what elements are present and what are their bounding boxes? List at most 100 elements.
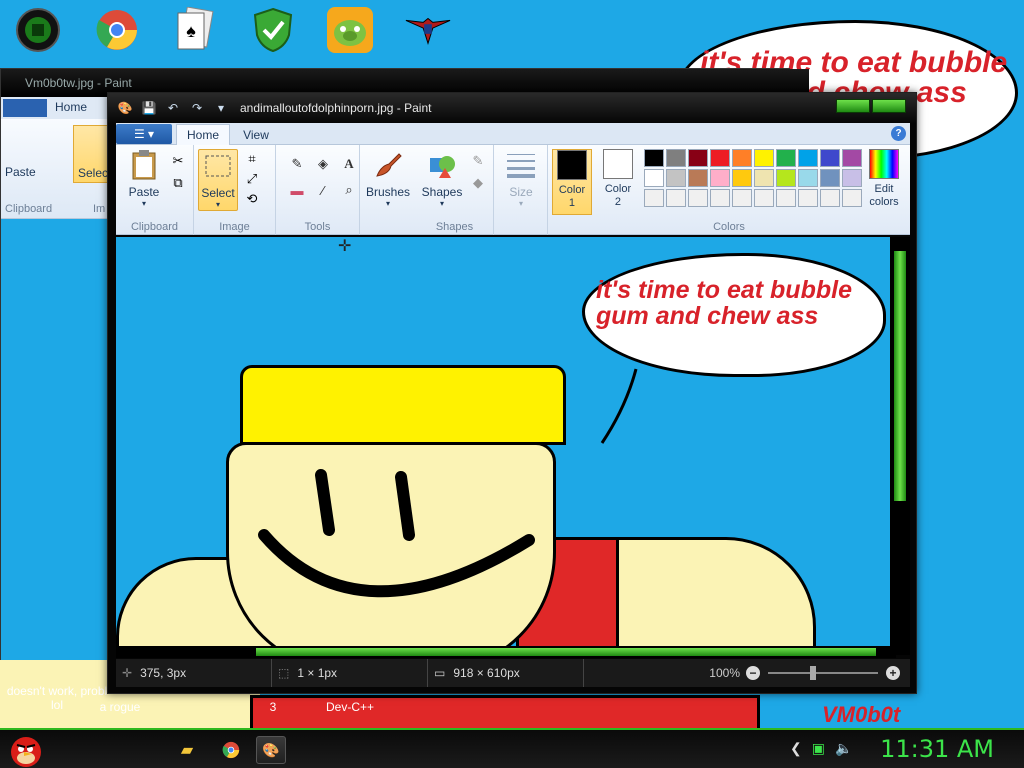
palette-swatch[interactable] bbox=[754, 169, 774, 187]
vertical-scroll-thumb[interactable] bbox=[894, 251, 906, 501]
tab-home[interactable]: Home bbox=[176, 124, 230, 145]
canvas-character-face bbox=[226, 442, 556, 655]
palette-swatch[interactable] bbox=[754, 149, 774, 167]
shapes-button[interactable]: Shapes ▾ bbox=[418, 149, 466, 211]
maximize-button[interactable] bbox=[872, 99, 906, 113]
background-paste-label[interactable]: Paste bbox=[5, 165, 36, 179]
zoom-slider[interactable] bbox=[768, 666, 878, 680]
network-icon[interactable]: ▣ bbox=[812, 740, 825, 757]
undo-icon[interactable]: ↶ bbox=[164, 99, 182, 117]
zoom-slider-handle[interactable] bbox=[810, 666, 816, 680]
cut-icon[interactable]: ✂ bbox=[168, 151, 188, 171]
palette-swatch[interactable] bbox=[710, 149, 730, 167]
desktop-label-three[interactable]: 3 bbox=[266, 700, 280, 714]
save-icon[interactable]: 💾 bbox=[140, 99, 158, 117]
taskbar-paint-button[interactable]: 🎨 bbox=[256, 736, 286, 764]
start-button[interactable] bbox=[6, 732, 46, 768]
drawing-canvas[interactable]: it's time to eat bubble gum and chew ass bbox=[116, 237, 910, 655]
palette-swatch[interactable] bbox=[732, 189, 752, 207]
redo-icon[interactable]: ↷ bbox=[188, 99, 206, 117]
tab-view[interactable]: View bbox=[234, 124, 278, 145]
edit-colors-button[interactable]: Edit colors bbox=[862, 149, 906, 215]
horizontal-scroll-thumb[interactable] bbox=[256, 648, 876, 656]
desktop-app-icon-1[interactable] bbox=[14, 6, 62, 54]
winged-emblem-icon[interactable] bbox=[404, 6, 452, 54]
palette-swatch[interactable] bbox=[644, 189, 664, 207]
desktop-label-rogue[interactable]: a rogue bbox=[90, 700, 150, 714]
palette-swatch[interactable] bbox=[776, 169, 796, 187]
title-bar[interactable]: 🎨 💾 ↶ ↷ ▾ andimalloutofdolphinporn.jpg -… bbox=[108, 93, 916, 123]
fill-bucket-icon[interactable]: ◈ bbox=[312, 153, 334, 175]
solitaire-icon[interactable]: ♠ bbox=[170, 6, 218, 54]
palette-swatch[interactable] bbox=[710, 169, 730, 187]
horizontal-scrollbar[interactable] bbox=[116, 646, 896, 658]
tray-expand-icon[interactable]: ❮ bbox=[790, 740, 802, 757]
shield-icon[interactable] bbox=[249, 6, 297, 54]
palette-swatch[interactable] bbox=[842, 189, 862, 207]
palette-swatch[interactable] bbox=[798, 149, 818, 167]
magnifier-icon[interactable]: ⌕ bbox=[338, 179, 360, 201]
canvas-face-features bbox=[258, 469, 535, 598]
palette-swatch[interactable] bbox=[732, 169, 752, 187]
chrome-icon[interactable] bbox=[93, 6, 141, 54]
file-menu-button[interactable]: ☰ ▾ bbox=[116, 124, 172, 144]
palette-swatch[interactable] bbox=[688, 189, 708, 207]
zoom-out-button[interactable]: − bbox=[746, 666, 760, 680]
palette-swatch[interactable] bbox=[688, 169, 708, 187]
taskbar-explorer-button[interactable]: ▰ bbox=[172, 736, 202, 764]
palette-swatch[interactable] bbox=[710, 189, 730, 207]
background-home-tab[interactable]: Home bbox=[55, 100, 87, 114]
paste-button[interactable]: Paste ▾ bbox=[122, 149, 166, 211]
help-icon[interactable]: ? bbox=[891, 126, 906, 141]
color-picker-icon[interactable]: ⁄ bbox=[312, 179, 334, 201]
palette-swatch[interactable] bbox=[842, 149, 862, 167]
size-button[interactable]: Size ▾ bbox=[500, 149, 542, 211]
palette-swatch[interactable] bbox=[644, 169, 664, 187]
customize-qat-icon[interactable]: ▾ bbox=[212, 99, 230, 117]
palette-swatch[interactable] bbox=[666, 149, 686, 167]
color-palette bbox=[644, 149, 862, 207]
minimize-button[interactable] bbox=[836, 99, 870, 113]
palette-swatch[interactable] bbox=[754, 189, 774, 207]
color1-button[interactable]: Color 1 bbox=[552, 149, 592, 215]
select-button[interactable]: Select ▾ bbox=[198, 149, 238, 211]
palette-swatch[interactable] bbox=[820, 189, 840, 207]
palette-swatch[interactable] bbox=[666, 169, 686, 187]
pencil-icon[interactable]: ✎ bbox=[286, 153, 308, 175]
fill-icon[interactable]: ◆ bbox=[468, 173, 488, 193]
palette-swatch[interactable] bbox=[798, 169, 818, 187]
pig-icon[interactable] bbox=[326, 6, 374, 54]
image-size-icon: ▭ bbox=[434, 666, 446, 680]
eraser-icon[interactable]: ▬ bbox=[286, 179, 308, 201]
vertical-scrollbar[interactable] bbox=[890, 237, 910, 655]
taskbar-clock[interactable]: 11:31 AM bbox=[880, 735, 994, 763]
paint-app-icon[interactable]: 🎨 bbox=[116, 99, 134, 117]
palette-swatch[interactable] bbox=[732, 149, 752, 167]
palette-swatch[interactable] bbox=[776, 149, 796, 167]
palette-swatch[interactable] bbox=[842, 169, 862, 187]
desktop-label-devcpp[interactable]: Dev-C++ bbox=[318, 700, 382, 714]
copy-icon[interactable]: ⧉ bbox=[168, 173, 188, 193]
volume-icon[interactable]: 🔈 bbox=[835, 740, 852, 757]
rotate-icon[interactable]: ⟲ bbox=[242, 189, 262, 209]
paste-icon bbox=[128, 149, 160, 181]
palette-swatch[interactable] bbox=[644, 149, 664, 167]
outline-icon[interactable]: ✎ bbox=[468, 151, 488, 171]
taskbar-chrome-button[interactable] bbox=[216, 736, 246, 764]
palette-swatch[interactable] bbox=[820, 169, 840, 187]
brushes-button[interactable]: Brushes ▾ bbox=[364, 149, 412, 211]
background-canvas[interactable] bbox=[1, 219, 121, 669]
palette-swatch[interactable] bbox=[666, 189, 686, 207]
clipboard-group: Paste ▾ ✂ ⧉ Clipboard bbox=[116, 145, 194, 235]
crop-icon[interactable]: ⌗ bbox=[242, 149, 262, 169]
text-tool-icon[interactable]: A bbox=[338, 153, 360, 175]
palette-swatch[interactable] bbox=[688, 149, 708, 167]
palette-swatch[interactable] bbox=[820, 149, 840, 167]
palette-swatch[interactable] bbox=[798, 189, 818, 207]
color2-button[interactable]: Color 2 bbox=[598, 149, 638, 215]
paint-window[interactable]: 🎨 💾 ↶ ↷ ▾ andimalloutofdolphinporn.jpg -… bbox=[107, 92, 917, 694]
background-file-tab[interactable] bbox=[3, 99, 47, 117]
palette-swatch[interactable] bbox=[776, 189, 796, 207]
zoom-in-button[interactable]: + bbox=[886, 666, 900, 680]
resize-icon[interactable]: ⤢ bbox=[242, 169, 262, 189]
